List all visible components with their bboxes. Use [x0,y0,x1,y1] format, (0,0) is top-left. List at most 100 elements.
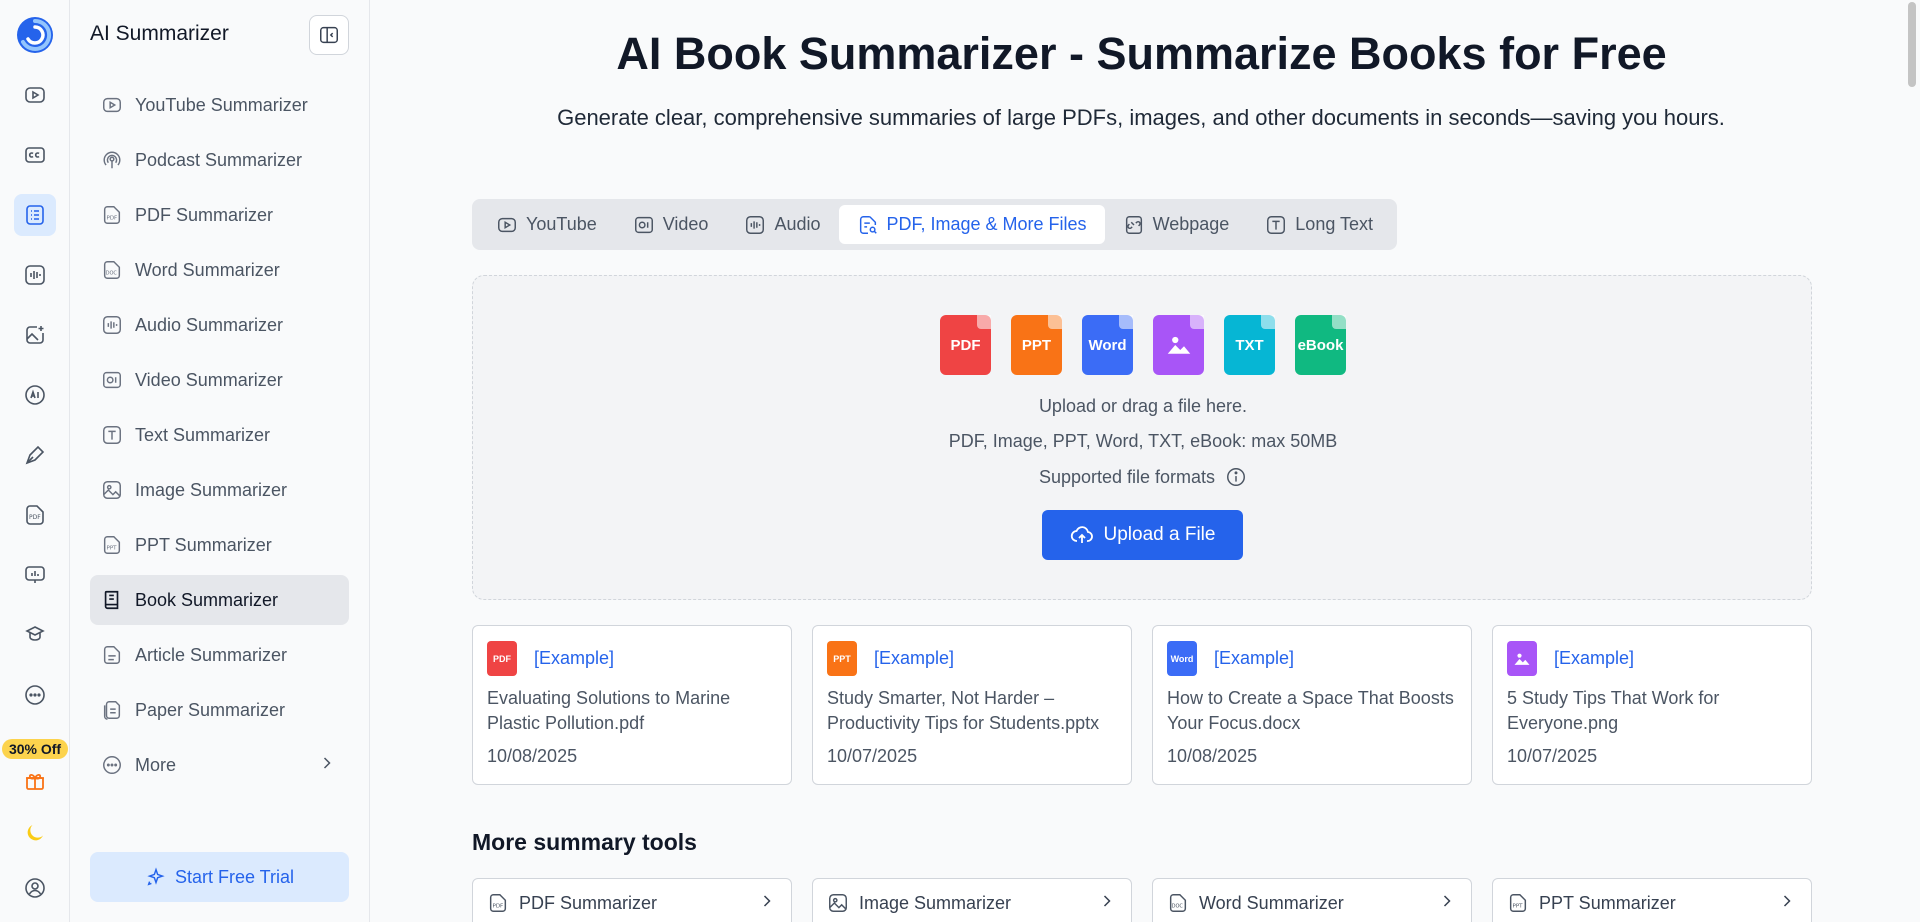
tab-long-text[interactable]: Long Text [1247,205,1391,244]
tab-audio[interactable]: Audio [726,205,838,244]
example-tag[interactable]: [Example] [534,648,614,669]
sidebar-item-article-summarizer[interactable]: Article Summarizer [90,630,349,680]
rail-closed-caption-icon[interactable] [14,134,56,176]
sidebar-item-youtube-summarizer[interactable]: YouTube Summarizer [90,80,349,130]
example-card[interactable]: [Example] 5 Study Tips That Work for Eve… [1492,625,1812,785]
chevron-right-icon [1777,891,1797,916]
sidebar-item-label: PDF Summarizer [135,204,274,225]
icon-rail: PDF 30% Off [0,0,70,922]
sidebar-item-paper-summarizer[interactable]: Paper Summarizer [90,685,349,735]
sparkle-icon [147,867,165,886]
sidebar-item-book-summarizer[interactable]: Book Summarizer [90,575,349,625]
promo-badge[interactable]: 30% Off [2,739,68,759]
tab-webpage[interactable]: Webpage [1105,205,1248,244]
tool-pdf-summarizer[interactable]: PDF PDF Summarizer [472,878,792,922]
pdf-icon: PDF [100,203,124,227]
rail-pen-nib-icon[interactable] [14,434,56,476]
collapse-sidebar-button[interactable] [309,15,349,55]
sidebar-item-label: Image Summarizer [135,479,288,500]
tool-label: Word Summarizer [1199,892,1344,913]
svg-text:PDF: PDF [107,216,118,222]
sidebar-item-ppt-summarizer[interactable]: PPT PPT Summarizer [90,520,349,570]
scrollbar-thumb[interactable] [1908,2,1916,87]
sidebar-item-text-summarizer[interactable]: Text Summarizer [90,410,349,460]
tool-word-summarizer[interactable]: DOC Word Summarizer [1152,878,1472,922]
upload-file-button[interactable]: Upload a File [1042,510,1243,560]
svg-text:PPT: PPT [1513,904,1524,910]
paper-icon [100,698,124,722]
chevron-right-icon [757,891,777,916]
example-tag[interactable]: [Example] [874,648,954,669]
tool-image-summarizer[interactable]: Image Summarizer [812,878,1132,922]
ppt-file-type-icon: PPT [1011,315,1062,375]
ppt-icon: PPT [100,533,124,557]
sidebar-item-label: Paper Summarizer [135,699,286,720]
pdf-file-type-icon: PDF [940,315,991,375]
svg-text:DOC: DOC [1172,904,1184,910]
rail-summary-list-icon[interactable] [14,194,56,236]
start-free-trial-button[interactable]: Start Free Trial [90,852,349,902]
rail-ai-chat-icon[interactable] [14,374,56,416]
svg-text:PDF: PDF [29,514,41,521]
sidebar-item-word-summarizer[interactable]: DOC Word Summarizer [90,245,349,295]
tab-label: YouTube [526,214,597,234]
example-file-name: How to Create a Space That Boosts Your F… [1167,688,1454,733]
tool-label: Image Summarizer [859,892,1012,913]
example-tag[interactable]: [Example] [1214,648,1294,669]
dark-mode-moon-icon[interactable] [14,812,56,854]
podcast-icon [100,148,124,172]
tab-pdf-image-more-files[interactable]: PDF, Image & More Files [838,205,1105,244]
sidebar-item-label: Article Summarizer [135,644,288,665]
rail-presentation-chart-icon[interactable] [14,554,56,596]
example-date: 10/08/2025 [487,746,578,766]
tab-video[interactable]: Video [615,205,727,244]
file-dropzone[interactable]: PDF PPT Word TXT eBook Upload or drag a … [472,275,1812,600]
sidebar-item-label: Video Summarizer [135,369,283,390]
ppt-file-type-icon: PPT [827,641,857,676]
rail-play-video-icon[interactable] [14,74,56,116]
sidebar-menu: YouTube Summarizer Podcast Summarizer PD… [90,80,349,795]
tab-youtube[interactable]: YouTube [478,205,615,244]
user-account-icon[interactable] [14,867,56,909]
more-tools-heading: More summary tools [472,829,697,855]
tab-label: Video [662,214,709,234]
rail-ai-image-icon[interactable] [14,314,56,356]
rail-more-dots-icon[interactable] [14,674,56,716]
gift-icon[interactable] [14,760,56,802]
file-search-icon [859,215,877,234]
sidebar-item-image-summarizer[interactable]: Image Summarizer [90,465,349,515]
tool-label: PPT Summarizer [1539,892,1676,913]
example-date: 10/07/2025 [827,746,918,766]
more-tools-list: PDF PDF Summarizer Image Summarizer DOC … [472,878,1812,922]
page-scrollbar[interactable] [1908,0,1916,922]
rail-pdf-file-icon[interactable]: PDF [14,494,56,536]
info-icon[interactable] [1225,466,1247,488]
youtube-icon [100,93,124,117]
chevron-right-icon [1437,891,1457,916]
sidebar-item-more[interactable]: More [90,740,349,790]
page-subtitle: Generate clear, comprehensive summaries … [557,105,1725,130]
sidebar-item-audio-summarizer[interactable]: Audio Summarizer [90,300,349,350]
audio-icon [746,215,765,234]
example-tag[interactable]: [Example] [1554,648,1634,669]
sidebar-item-label: Word Summarizer [135,259,280,280]
page-title: AI Book Summarizer - Summarize Books for… [616,28,1667,79]
sidebar-item-podcast-summarizer[interactable]: Podcast Summarizer [90,135,349,185]
example-file-name: Study Smarter, Not Harder – Productivity… [827,688,1100,733]
pdf-icon: PDF [489,894,507,912]
ebook-file-type-icon: eBook [1295,315,1346,375]
svg-text:PDF: PDF [493,904,504,910]
text-icon [1267,215,1286,234]
sidebar-item-label: Podcast Summarizer [135,149,303,170]
sidebar-item-label: Book Summarizer [135,589,279,610]
sidebar-item-pdf-summarizer[interactable]: PDF PDF Summarizer [90,190,349,240]
example-card[interactable]: PPT [Example] Study Smarter, Not Harder … [812,625,1132,785]
tool-label: PDF Summarizer [519,892,658,913]
rail-graduation-cap-icon[interactable] [14,614,56,656]
example-card[interactable]: Word [Example] How to Create a Space Tha… [1152,625,1472,785]
example-card[interactable]: PDF [Example] Evaluating Solutions to Ma… [472,625,792,785]
app-logo-icon[interactable] [15,15,55,55]
rail-audio-waveform-icon[interactable] [14,254,56,296]
sidebar-item-video-summarizer[interactable]: Video Summarizer [90,355,349,405]
tool-ppt-summarizer[interactable]: PPT PPT Summarizer [1492,878,1812,922]
